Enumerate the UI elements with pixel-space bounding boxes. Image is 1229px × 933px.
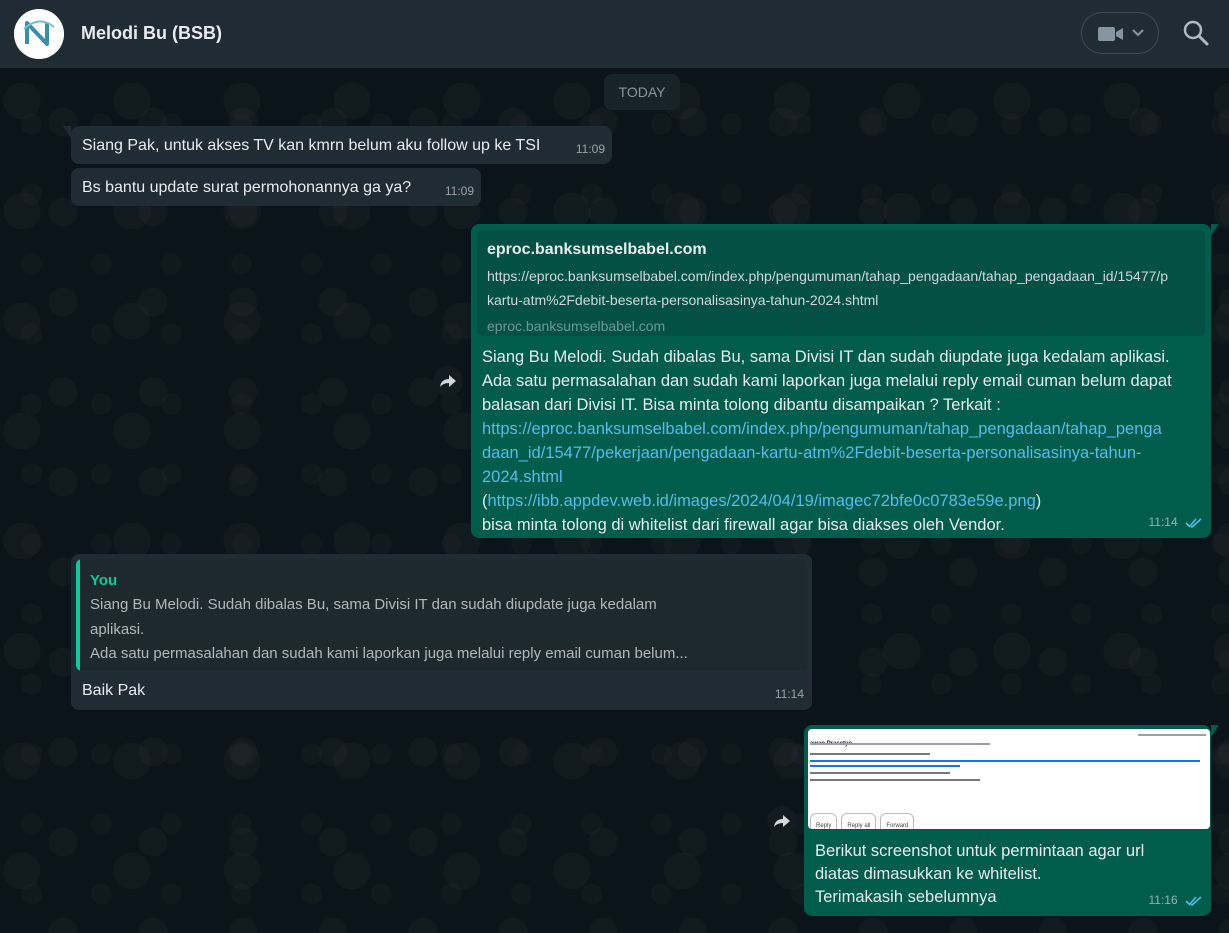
- avatar[interactable]: [14, 9, 64, 59]
- image-attachment[interactable]: awan Prasetyo Reply Reply all Forward: [808, 729, 1210, 829]
- forward-icon: [774, 815, 790, 827]
- image-forward-chip: Forward: [880, 813, 915, 829]
- message-time: 11:09: [444, 184, 474, 198]
- link-preview-title: eproc.banksumselbabel.com: [487, 241, 707, 258]
- message-incoming-reply[interactable]: You Siang Bu Melodi. Sudah dibalas Bu, s…: [71, 554, 812, 710]
- message-link[interactable]: 2024.shtml: [482, 465, 1172, 489]
- contact-name[interactable]: Melodi Bu (BSB): [81, 23, 222, 44]
- forward-icon: [440, 375, 456, 387]
- message-time: 11:14: [774, 687, 804, 701]
- quote-accent-bar: [76, 559, 80, 671]
- double-check-icon: [1185, 896, 1202, 906]
- message-time: 11:14: [1149, 511, 1203, 534]
- quote-line: aplikasi.: [90, 620, 145, 638]
- avatar-logo-icon: [14, 9, 64, 59]
- day-divider: TODAY: [604, 74, 680, 110]
- double-check-icon: [1185, 518, 1202, 528]
- bubble-tail: [1211, 224, 1219, 236]
- chat-header: Melodi Bu (BSB): [0, 0, 1229, 68]
- message-text-line: balasan dari Divisi IT. Bisa minta tolon…: [482, 396, 1001, 414]
- video-call-button[interactable]: [1081, 12, 1159, 54]
- message-incoming[interactable]: Bs bantu update surat permohonannya ga y…: [71, 168, 481, 206]
- bubble-tail: [63, 126, 71, 138]
- search-icon: [1183, 20, 1209, 46]
- message-time: 11:16: [1149, 889, 1203, 912]
- message-text-line: Berikut screenshot untuk permintaan agar…: [815, 842, 1145, 860]
- message-text-line: bisa minta tolong di whitelist dari fire…: [482, 516, 1005, 534]
- message-link[interactable]: https://eproc.banksumselbabel.com/index.…: [482, 417, 1172, 441]
- quote-author: You: [90, 572, 118, 589]
- forward-button[interactable]: [767, 806, 797, 836]
- message-text: Baik Pak: [82, 682, 146, 699]
- message-time-text: 11:14: [1148, 515, 1178, 529]
- message-time: 11:09: [575, 142, 605, 156]
- message-link[interactable]: https://ibb.appdev.web.id/images/2024/04…: [488, 492, 1036, 510]
- quoted-message[interactable]: You Siang Bu Melodi. Sudah dibalas Bu, s…: [76, 559, 807, 671]
- link-preview-url-line: kartu-atm%2Fdebit-beserta-personalisasin…: [487, 292, 879, 308]
- message-text: Bs bantu update surat permohonannya ga y…: [82, 179, 412, 196]
- bubble-tail: [1211, 725, 1219, 737]
- forward-button[interactable]: [433, 366, 463, 396]
- message-time-text: 11:16: [1148, 893, 1178, 907]
- message-text-line: Terimakasih sebelumnya: [815, 888, 997, 906]
- link-preview-url-line: https://eproc.banksumselbabel.com/index.…: [487, 268, 1169, 284]
- message-outgoing[interactable]: eproc.banksumselbabel.com https://eproc.…: [471, 224, 1219, 538]
- message-text-line: Ada satu permasalahan dan sudah kami lap…: [482, 372, 1172, 390]
- image-email-buttons: Reply Reply all Forward: [810, 813, 915, 829]
- image-reply-all-chip: Reply all: [841, 813, 877, 829]
- paren-close: ): [1035, 492, 1042, 510]
- message-text-line: Siang Bu Melodi. Sudah dibalas Bu, sama …: [482, 348, 1170, 366]
- message-outgoing-image[interactable]: awan Prasetyo Reply Reply all Forward Be…: [804, 725, 1219, 916]
- search-button[interactable]: [1182, 19, 1210, 47]
- chevron-down-icon: [1132, 29, 1144, 37]
- link-preview-domain: eproc.banksumselbabel.com: [487, 318, 666, 334]
- image-reply-chip: Reply: [810, 813, 838, 829]
- message-text: Siang Pak, untuk akses TV kan kmrn belum…: [82, 137, 541, 154]
- link-preview[interactable]: eproc.banksumselbabel.com https://eproc.…: [477, 230, 1205, 336]
- video-camera-icon: [1098, 27, 1123, 41]
- message-incoming[interactable]: Siang Pak, untuk akses TV kan kmrn belum…: [63, 126, 612, 164]
- quote-line: Ada satu permasalahan dan sudah kami lap…: [90, 645, 688, 662]
- message-text-line: diatas dimasukkan ke whitelist.: [815, 865, 1042, 883]
- message-link[interactable]: daan_id/15477/pekerjaan/pengadaan-kartu-…: [482, 441, 1172, 465]
- quote-line: Siang Bu Melodi. Sudah dibalas Bu, sama …: [90, 596, 657, 613]
